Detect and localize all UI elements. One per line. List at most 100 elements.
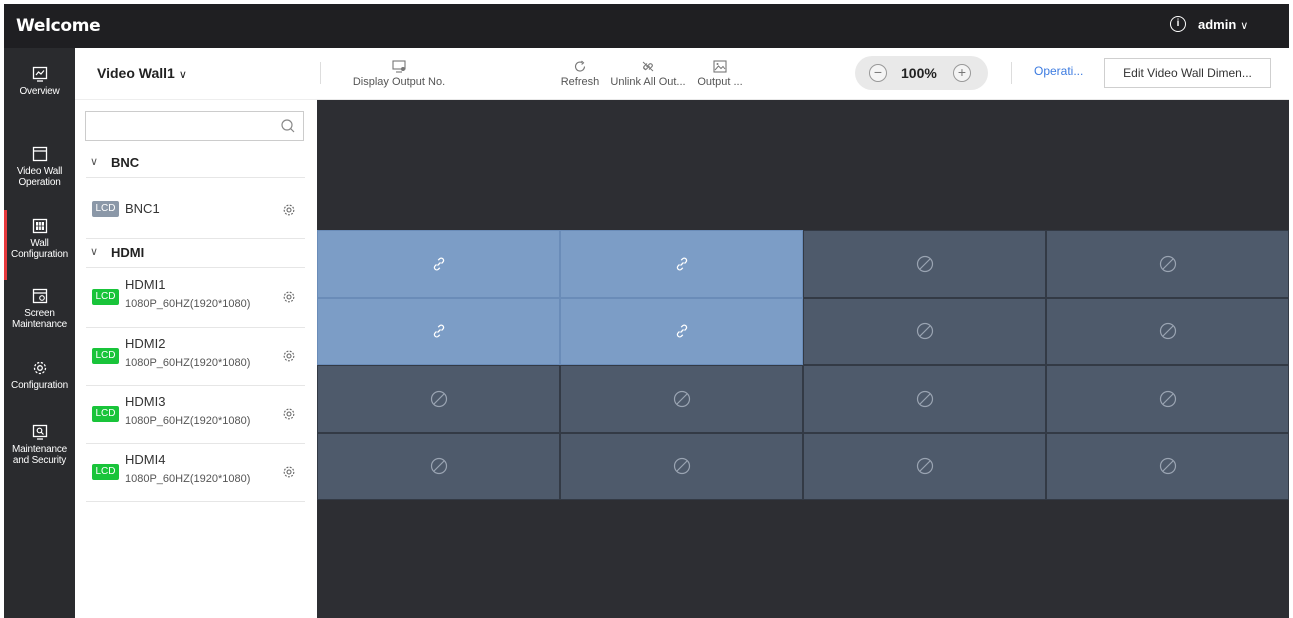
zoom-in-button[interactable]: + <box>953 64 971 82</box>
lcd-badge: LCD <box>92 201 119 217</box>
wall-screen-cell[interactable] <box>1046 230 1289 298</box>
output-resolution: 1080P_60HZ(1920*1080) <box>125 415 251 427</box>
wall-screen-cell[interactable] <box>317 297 560 365</box>
settings-gear-icon[interactable] <box>282 349 296 363</box>
no-signal-icon <box>1159 457 1177 475</box>
output-button[interactable]: Output ... <box>693 60 747 88</box>
output-row-hdmi1[interactable]: LCD HDMI1 1080P_60HZ(1920*1080) <box>86 269 305 328</box>
group-bnc[interactable]: ∨ BNC <box>86 146 305 178</box>
output-name: HDMI1 <box>125 277 166 292</box>
unlink-icon <box>642 61 654 72</box>
nav-item-wall-configuration[interactable]: Wall Configuration <box>4 210 75 280</box>
refresh-label: Refresh <box>560 76 600 88</box>
output-row-hdmi4[interactable]: LCD HDMI4 1080P_60HZ(1920*1080) <box>86 444 305 502</box>
nav-label-video-wall-2: Operation <box>18 177 61 188</box>
wall-screen-cell[interactable] <box>1046 297 1289 365</box>
nav-label-overview: Overview <box>19 86 60 97</box>
chevron-down-icon: ∨ <box>1240 20 1249 32</box>
group-name: HDMI <box>111 245 145 260</box>
unlink-all-label: Unlink All Out... <box>610 76 686 88</box>
nav-item-configuration[interactable]: Configuration <box>4 360 75 391</box>
divider <box>320 62 321 84</box>
app-title: Welcome <box>16 16 101 36</box>
edit-video-wall-dimension-button[interactable]: Edit Video Wall Dimen... <box>1104 58 1271 88</box>
wall-screen-cell[interactable] <box>317 230 560 298</box>
chevron-down-icon: ∨ <box>178 69 187 81</box>
no-signal-icon <box>673 390 691 408</box>
wall-screen-cell[interactable] <box>317 432 560 500</box>
wall-screen-cell[interactable] <box>317 365 560 433</box>
zoom-control: − 100% + <box>855 56 988 90</box>
chevron-down-icon: ∨ <box>90 246 99 258</box>
no-signal-icon <box>1159 322 1177 340</box>
output-resolution: 1080P_60HZ(1920*1080) <box>125 298 251 310</box>
wall-selector[interactable]: Video Wall1 ∨ <box>97 65 187 81</box>
chevron-down-icon: ∨ <box>90 156 99 168</box>
output-row-hdmi2[interactable]: LCD HDMI2 1080P_60HZ(1920*1080) <box>86 328 305 386</box>
no-signal-icon <box>916 255 934 273</box>
lcd-badge: LCD <box>92 348 119 364</box>
output-resolution: 1080P_60HZ(1920*1080) <box>125 357 251 369</box>
divider <box>1011 62 1012 84</box>
maintenance-security-icon <box>32 424 47 440</box>
lcd-badge: LCD <box>92 464 119 480</box>
top-bar: Welcome i admin ∨ <box>4 4 1289 48</box>
lcd-badge: LCD <box>92 406 119 422</box>
wall-name: Video Wall1 <box>97 65 175 81</box>
wall-screen-cell[interactable] <box>803 230 1046 298</box>
nav-item-video-wall-operation[interactable]: Video Wall Operation <box>4 146 75 188</box>
panel-header: Video Wall1 ∨ <box>75 48 317 100</box>
link-icon <box>430 255 448 273</box>
main-nav: Overview Video Wall Operation Wall Confi… <box>4 48 75 618</box>
wall-screen-cell[interactable] <box>1046 365 1289 433</box>
wall-screen-cell[interactable] <box>560 365 803 433</box>
nav-label-screen-2: Maintenance <box>11 319 68 330</box>
zoom-out-button[interactable]: − <box>869 64 887 82</box>
settings-gear-icon[interactable] <box>282 290 296 304</box>
no-signal-icon <box>1159 255 1177 273</box>
nav-item-overview[interactable]: Overview <box>4 66 75 97</box>
operation-link[interactable]: Operati... <box>1034 64 1083 78</box>
wall-screen-cell[interactable] <box>803 432 1046 500</box>
nav-item-maintenance-security[interactable]: Maintenance and Security <box>4 424 75 466</box>
refresh-button[interactable]: Refresh <box>557 60 603 88</box>
settings-gear-icon[interactable] <box>282 203 296 217</box>
output-name: HDMI3 <box>125 394 166 409</box>
output-name: BNC1 <box>125 201 160 216</box>
output-label: Output ... <box>697 76 743 88</box>
info-icon[interactable]: i <box>1170 16 1186 32</box>
no-signal-icon <box>673 457 691 475</box>
output-row-hdmi3[interactable]: LCD HDMI3 1080P_60HZ(1920*1080) <box>86 386 305 444</box>
output-resolution: 1080P_60HZ(1920*1080) <box>125 473 251 485</box>
wall-screen-cell[interactable] <box>803 365 1046 433</box>
screen-maintenance-icon <box>32 288 47 304</box>
output-row-bnc1[interactable]: LCD BNC1 <box>86 179 305 239</box>
wall-screen-cell[interactable] <box>560 432 803 500</box>
unlink-all-outputs-button[interactable]: Unlink All Out... <box>604 60 692 88</box>
nav-label-video-wall-1: Video Wall <box>16 166 63 177</box>
wall-toolbar: Display Output No. Refresh Unlink All Ou… <box>317 48 1289 100</box>
search-icon[interactable] <box>280 118 296 134</box>
search-input[interactable] <box>85 111 304 141</box>
settings-gear-icon[interactable] <box>282 407 296 421</box>
group-hdmi[interactable]: ∨ HDMI <box>86 236 305 268</box>
wall-config-icon <box>32 218 47 234</box>
nav-item-screen-maintenance[interactable]: Screen Maintenance <box>4 288 75 330</box>
output-panel: Video Wall1 ∨ ∨ BNC LCD BNC1 ∨ HDMI LCD H… <box>75 48 317 618</box>
nav-label-maint-2: and Security <box>12 455 67 466</box>
image-icon <box>713 60 727 73</box>
display-output-label: Display Output No. <box>352 76 446 88</box>
nav-label-screen-1: Screen <box>24 308 55 319</box>
wall-screen-cell[interactable] <box>560 297 803 365</box>
no-signal-icon <box>916 390 934 408</box>
lcd-badge: LCD <box>92 289 119 305</box>
video-wall-icon <box>32 146 47 162</box>
wall-screen-cell[interactable] <box>560 230 803 298</box>
nav-label-maint-1: Maintenance <box>11 444 68 455</box>
user-menu[interactable]: admin ∨ <box>1198 17 1248 32</box>
display-output-no-button[interactable]: Display Output No. <box>347 60 451 88</box>
app-frame: Welcome i admin ∨ Overview Video Wall Ope… <box>4 4 1289 618</box>
settings-gear-icon[interactable] <box>282 465 296 479</box>
wall-screen-cell[interactable] <box>803 297 1046 365</box>
wall-screen-cell[interactable] <box>1046 432 1289 500</box>
